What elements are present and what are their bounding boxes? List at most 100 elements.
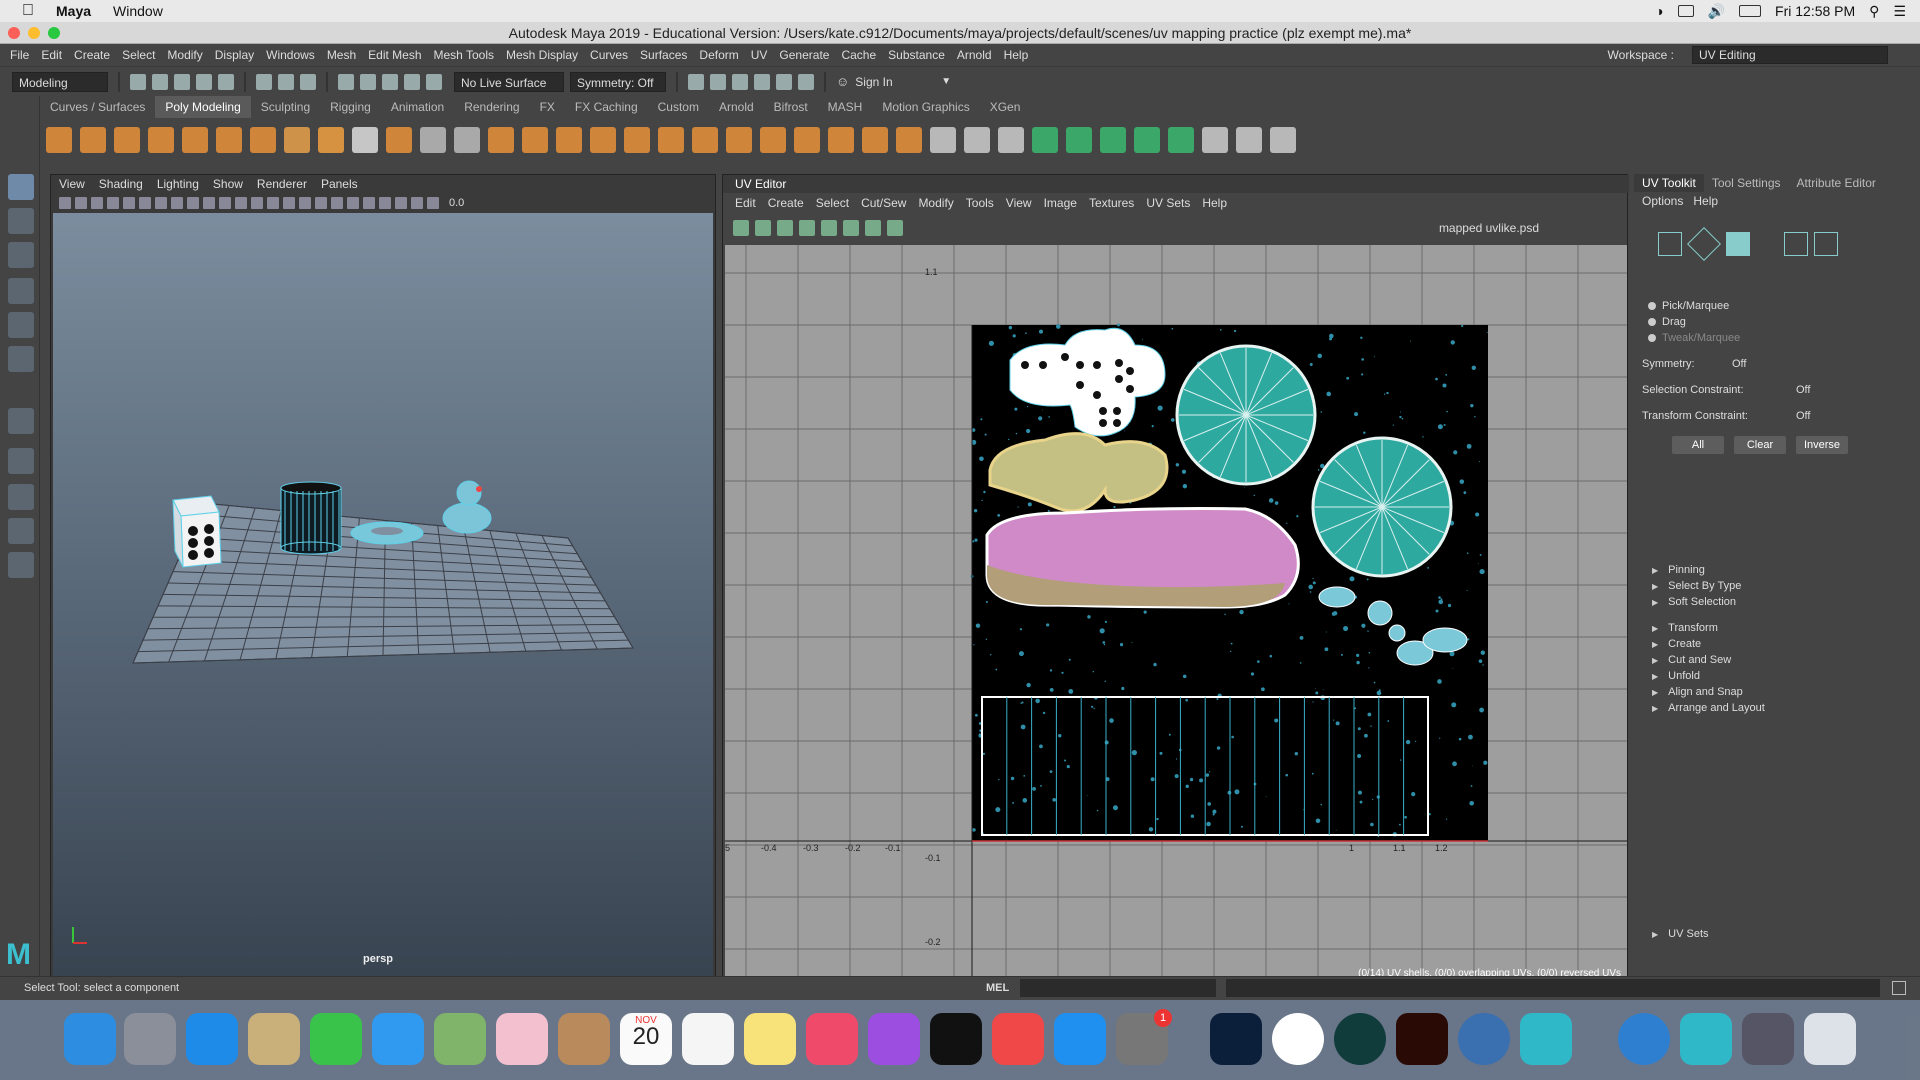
section-create[interactable]: Create bbox=[1652, 638, 1701, 650]
isolate-select-icon[interactable] bbox=[411, 197, 423, 209]
rotate-tool-icon[interactable] bbox=[8, 312, 34, 338]
image-plane-icon[interactable] bbox=[107, 197, 119, 209]
shelf-bevel-icon[interactable] bbox=[556, 127, 582, 153]
shelf-cut-uv-icon[interactable] bbox=[1168, 127, 1194, 153]
viewport-menu-shading[interactable]: Shading bbox=[99, 177, 143, 191]
reminders-icon[interactable] bbox=[682, 1013, 734, 1065]
section-arrange-and-layout[interactable]: Arrange and Layout bbox=[1652, 702, 1765, 714]
viewport-menu-show[interactable]: Show bbox=[213, 177, 243, 191]
chevron-down-icon[interactable]: ▼ bbox=[941, 76, 951, 87]
scale-tool-icon[interactable] bbox=[8, 346, 34, 372]
open-scene-icon[interactable] bbox=[152, 73, 168, 90]
radio-pick-marquee[interactable]: Pick/Marquee bbox=[1648, 300, 1729, 312]
render-view-icon[interactable] bbox=[688, 73, 704, 90]
xray-icon[interactable] bbox=[315, 197, 327, 209]
zoom-button[interactable] bbox=[48, 27, 60, 39]
shelf-spherical-map-icon[interactable] bbox=[1100, 127, 1126, 153]
select-uv-icon[interactable] bbox=[1687, 227, 1721, 261]
shelf-disc-icon[interactable] bbox=[250, 127, 276, 153]
trash-icon[interactable] bbox=[1804, 1013, 1856, 1065]
viewport-menu-panels[interactable]: Panels bbox=[321, 177, 358, 191]
clear-button[interactable]: Clear bbox=[1734, 436, 1786, 454]
snap-surface-icon[interactable] bbox=[404, 73, 420, 90]
contacts-icon[interactable] bbox=[558, 1013, 610, 1065]
menu-arnold[interactable]: Arnold bbox=[957, 48, 992, 62]
snap-curve-icon[interactable] bbox=[360, 73, 376, 90]
perspective-viewport[interactable]: View Shading Lighting Show Renderer Panels 0.… bbox=[50, 174, 716, 984]
lights-icon[interactable] bbox=[347, 197, 359, 209]
network-utility-icon[interactable] bbox=[1458, 1013, 1510, 1065]
app-menu[interactable]: Maya bbox=[56, 3, 91, 19]
pause-icon[interactable] bbox=[798, 73, 814, 90]
shelf-cylindrical-map-icon[interactable] bbox=[1066, 127, 1092, 153]
menu-generate[interactable]: Generate bbox=[779, 48, 829, 62]
battery-icon[interactable] bbox=[1739, 5, 1762, 17]
user-icon[interactable]: ☺ bbox=[836, 74, 849, 89]
inverse-button[interactable]: Inverse bbox=[1796, 436, 1848, 454]
photoshop-document-icon[interactable] bbox=[1742, 1013, 1794, 1065]
section-uv-sets[interactable]: UV Sets bbox=[1652, 928, 1708, 940]
shelf-tab-animation[interactable]: Animation bbox=[381, 96, 454, 118]
ipr-render-icon[interactable] bbox=[732, 73, 748, 90]
mail-icon[interactable] bbox=[248, 1013, 300, 1065]
facetime-icon[interactable] bbox=[310, 1013, 362, 1065]
globe-icon[interactable] bbox=[1618, 1013, 1670, 1065]
uv-menu-image[interactable]: Image bbox=[1044, 196, 1077, 210]
shelf-target-weld-icon[interactable] bbox=[794, 127, 820, 153]
uv-grid-toggle-icon[interactable] bbox=[733, 220, 749, 236]
shelf-tab-bifrost[interactable]: Bifrost bbox=[764, 96, 818, 118]
menu-help[interactable]: Help bbox=[1004, 48, 1029, 62]
save-scene-icon[interactable] bbox=[174, 73, 190, 90]
uv-menu-create[interactable]: Create bbox=[768, 196, 804, 210]
select-uv-shell-icon[interactable] bbox=[1658, 232, 1682, 256]
menu-cache[interactable]: Cache bbox=[841, 48, 876, 62]
uv-grid-icon[interactable] bbox=[843, 220, 859, 236]
section-soft-selection[interactable]: Soft Selection bbox=[1652, 596, 1736, 608]
two-pane-layout-icon[interactable] bbox=[8, 518, 34, 544]
wifi-icon[interactable]: ◑ bbox=[1655, 3, 1663, 19]
xray-joints-icon[interactable] bbox=[427, 197, 439, 209]
symmetry-dropdown[interactable]: Symmetry: Off bbox=[570, 71, 666, 92]
shelf-cube-icon[interactable] bbox=[80, 127, 106, 153]
clock[interactable]: Fri 12:58 PM bbox=[1775, 3, 1855, 19]
close-button[interactable] bbox=[8, 27, 20, 39]
shelf-offset-loop-icon[interactable] bbox=[964, 127, 990, 153]
uv-shaded-icon[interactable] bbox=[755, 220, 771, 236]
section-transform[interactable]: Transform bbox=[1652, 622, 1718, 634]
section-cut-and-sew[interactable]: Cut and Sew bbox=[1652, 654, 1731, 666]
shelf-bridge-icon[interactable] bbox=[522, 127, 548, 153]
shelf-sphere-icon[interactable] bbox=[46, 127, 72, 153]
viewport-menu-view[interactable]: View bbox=[59, 177, 85, 191]
shelf-tab-fx-caching[interactable]: FX Caching bbox=[565, 96, 648, 118]
selection-constraint-value[interactable]: Off bbox=[1796, 384, 1810, 396]
shelf-reduce-icon[interactable] bbox=[726, 127, 752, 153]
finder-icon[interactable] bbox=[64, 1013, 116, 1065]
shelf-tab-arnold[interactable]: Arnold bbox=[709, 96, 764, 118]
snap-live-icon[interactable] bbox=[426, 73, 442, 90]
gate-mask-icon[interactable] bbox=[203, 197, 215, 209]
shelf-tab-xgen[interactable]: XGen bbox=[980, 96, 1031, 118]
grease-pencil-icon[interactable] bbox=[139, 197, 151, 209]
outliner-layout-icon[interactable] bbox=[8, 552, 34, 578]
undo-icon[interactable] bbox=[196, 73, 212, 90]
apple-icon[interactable]:  bbox=[22, 2, 34, 20]
uv-menu-view[interactable]: View bbox=[1006, 196, 1032, 210]
select-all-button[interactable]: All bbox=[1672, 436, 1724, 454]
radio-drag[interactable]: Drag bbox=[1648, 316, 1686, 328]
script-editor-icon[interactable] bbox=[1892, 981, 1906, 995]
shelf-separate-icon[interactable] bbox=[454, 127, 480, 153]
maya-document-icon[interactable] bbox=[1680, 1013, 1732, 1065]
section-select-by-type[interactable]: Select By Type bbox=[1652, 580, 1741, 592]
gitkraken-icon[interactable] bbox=[1334, 1013, 1386, 1065]
maya-icon[interactable] bbox=[1520, 1013, 1572, 1065]
transform-constraint-value[interactable]: Off bbox=[1796, 410, 1810, 422]
shelf-connect-icon[interactable] bbox=[828, 127, 854, 153]
single-perspective-layout-icon[interactable] bbox=[8, 448, 34, 474]
uv-distortion-icon[interactable] bbox=[777, 220, 793, 236]
shelf-tab-motion-graphics[interactable]: Motion Graphics bbox=[872, 96, 979, 118]
motion-blur-icon[interactable] bbox=[395, 197, 407, 209]
shelf-super-shape-icon[interactable] bbox=[318, 127, 344, 153]
textured-icon[interactable] bbox=[331, 197, 343, 209]
shelf-tab-poly-modeling[interactable]: Poly Modeling bbox=[155, 96, 251, 118]
safe-title-icon[interactable] bbox=[251, 197, 263, 209]
